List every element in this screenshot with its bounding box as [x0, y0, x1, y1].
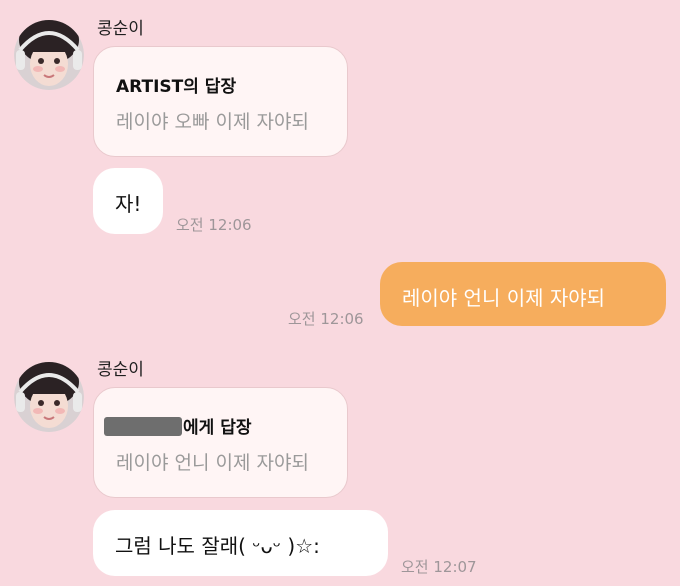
reply-quoted-text: 레이야 오빠 이제 자야되 [116, 111, 309, 133]
reply-heading-suffix: 에게 답장 [183, 418, 252, 438]
reply-card[interactable]: 에게 답장 레이야 언니 이제 자야되 [93, 387, 348, 498]
sender-name: 콩순이 [97, 19, 144, 39]
reply-quoted-text: 레이야 언니 이제 자야되 [116, 452, 309, 474]
reply-card[interactable]: ARTIST의 답장 레이야 오빠 이제 자야되 [93, 46, 348, 157]
reply-heading: ARTIST의 답장 [116, 77, 237, 97]
message-bubble[interactable]: 자! [93, 168, 163, 234]
message-timestamp: 오전 12:06 [176, 216, 252, 234]
reply-heading: 에게 답장 [104, 413, 251, 438]
sender-name: 콩순이 [97, 360, 144, 380]
message-timestamp: 오전 12:07 [401, 558, 477, 576]
outgoing-message-text: 레이야 언니 이제 자야되 [402, 286, 606, 310]
outgoing-message-bubble[interactable]: 레이야 언니 이제 자야되 [380, 262, 666, 326]
avatar-photo-icon [14, 362, 84, 432]
message-text: 그럼 나도 잘래( ᵕᴗᵕ )☆: [115, 534, 320, 558]
message-text: 자! [115, 192, 142, 216]
sender-avatar[interactable] [14, 362, 84, 432]
message-timestamp: 오전 12:06 [288, 310, 364, 328]
sender-avatar[interactable] [14, 20, 84, 90]
redacted-name-icon [104, 417, 182, 436]
message-bubble[interactable]: 그럼 나도 잘래( ᵕᴗᵕ )☆: [93, 510, 388, 576]
avatar-photo-icon [14, 20, 84, 90]
